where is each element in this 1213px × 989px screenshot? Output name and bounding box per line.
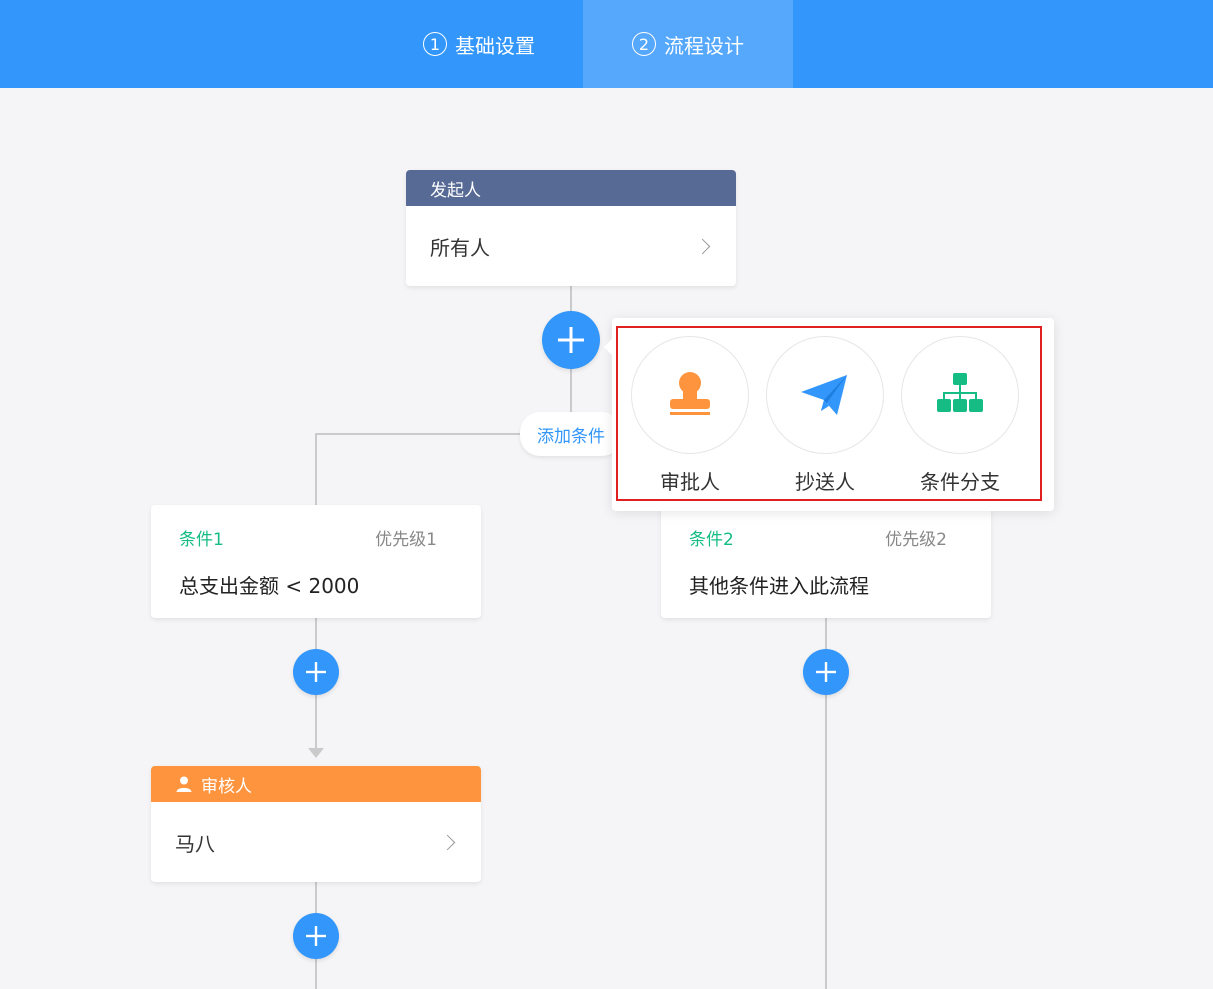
tab-basic-settings[interactable]: 1 基础设置: [375, 0, 583, 88]
approver-node-value: 马八: [175, 831, 215, 856]
option-approver[interactable]: 审批人: [630, 336, 750, 495]
condition-description: 其他条件进入此流程: [689, 574, 869, 598]
plus-icon: [306, 662, 326, 682]
tab-label: 基础设置: [455, 33, 535, 58]
condition-description: 总支出金额 < 2000: [179, 574, 360, 598]
start-node-value: 所有人: [430, 235, 490, 260]
option-circle: [901, 336, 1019, 454]
condition-name: 条件2: [689, 530, 734, 550]
add-condition-label: 添加条件: [537, 426, 605, 447]
plus-icon: [558, 327, 584, 353]
approver-stamp-icon: [670, 372, 710, 415]
condition-priority: 优先级1: [375, 530, 437, 550]
option-label: 审批人: [660, 470, 720, 494]
step-number: 1: [423, 32, 447, 56]
approver-node-title: 审核人: [201, 776, 252, 797]
popover-caret: [604, 338, 613, 356]
plus-icon: [816, 662, 836, 682]
add-node-button[interactable]: [293, 649, 339, 695]
approver-node-header: 审核人: [151, 766, 481, 802]
flow-arrow: [308, 748, 324, 758]
user-icon: [176, 776, 192, 792]
step-number: 2: [632, 32, 656, 56]
start-node-card[interactable]: 发起人 所有人: [406, 170, 736, 286]
add-node-button[interactable]: [803, 649, 849, 695]
option-circle: [766, 336, 884, 454]
plus-icon: [306, 926, 326, 946]
add-node-button[interactable]: [293, 913, 339, 959]
add-node-popover: 审批人 抄送人 条件分支: [604, 318, 1054, 511]
condition-priority: 优先级2: [885, 530, 947, 550]
chevron-right-icon: [694, 238, 711, 254]
option-label: 条件分支: [920, 470, 1000, 494]
connector-line: [315, 433, 317, 505]
option-circle: [631, 336, 749, 454]
tab-process-design[interactable]: 2 流程设计: [583, 0, 793, 88]
tab-label: 流程设计: [664, 33, 744, 58]
approver-node-card[interactable]: 审核人 马八: [151, 766, 481, 882]
paper-plane-icon: [801, 375, 847, 415]
condition-card-1[interactable]: 条件1 优先级1 总支出金额 < 2000: [151, 505, 481, 618]
option-condition-branch[interactable]: 条件分支: [900, 336, 1020, 495]
start-node-header: 发起人: [406, 170, 736, 206]
condition-name: 条件1: [179, 530, 224, 550]
add-condition-button[interactable]: 添加条件: [520, 412, 622, 456]
chevron-right-icon: [439, 834, 456, 850]
option-label: 抄送人: [795, 470, 855, 494]
top-nav-bar: 1 基础设置 2 流程设计: [0, 0, 1213, 88]
option-cc[interactable]: 抄送人: [765, 336, 885, 495]
start-node-title: 发起人: [430, 180, 481, 201]
add-node-button[interactable]: [542, 311, 600, 369]
org-branch-icon: [937, 373, 983, 412]
condition-card-2[interactable]: 条件2 优先级2 其他条件进入此流程: [661, 505, 991, 618]
